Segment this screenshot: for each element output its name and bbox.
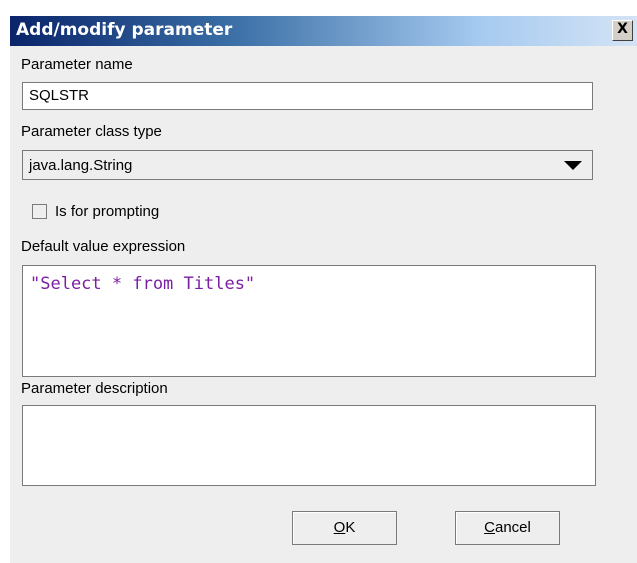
close-button[interactable]: X bbox=[612, 20, 633, 41]
parameter-description-textarea[interactable] bbox=[22, 405, 596, 486]
cancel-mnemonic: C bbox=[484, 519, 495, 536]
parameter-description-label: Parameter description bbox=[21, 380, 168, 397]
ok-label-rest: K bbox=[345, 519, 356, 536]
ok-button[interactable]: OK bbox=[292, 511, 397, 545]
cancel-label-rest: ancel bbox=[494, 519, 531, 536]
is-for-prompting-checkbox[interactable] bbox=[32, 204, 47, 219]
default-value-expression-text: "Select * from Titles" bbox=[30, 274, 256, 294]
parameter-name-label: Parameter name bbox=[21, 56, 133, 73]
close-icon: X bbox=[617, 21, 628, 37]
parameter-class-type-value: java.lang.String bbox=[29, 157, 133, 174]
title-bar[interactable]: Add/modify parameter X bbox=[10, 16, 637, 46]
ok-mnemonic: O bbox=[333, 519, 346, 536]
parameter-class-type-select[interactable]: java.lang.String bbox=[22, 150, 593, 180]
parameter-name-value: SQLSTR bbox=[29, 87, 90, 104]
parameter-name-input[interactable]: SQLSTR bbox=[22, 82, 593, 110]
parameter-class-type-label: Parameter class type bbox=[21, 123, 162, 140]
is-for-prompting-label[interactable]: Is for prompting bbox=[55, 203, 159, 220]
default-value-expression-label: Default value expression bbox=[21, 238, 186, 255]
default-value-expression-editor[interactable]: "Select * from Titles" bbox=[22, 265, 596, 377]
dialog-title: Add/modify parameter bbox=[16, 20, 233, 40]
dropdown-arrow-icon[interactable] bbox=[564, 161, 582, 170]
cancel-button[interactable]: Cancel bbox=[455, 511, 560, 545]
add-modify-parameter-dialog: Add/modify parameter X Parameter name SQ… bbox=[10, 16, 637, 563]
